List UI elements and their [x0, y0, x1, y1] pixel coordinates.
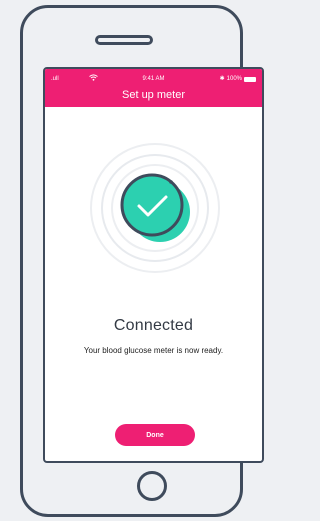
- phone-speaker: [95, 35, 153, 45]
- battery-icon: [244, 76, 256, 82]
- status-bar: .ull 9:41 AM ✱ 100%: [45, 74, 262, 84]
- connected-check-icon: [90, 143, 220, 273]
- bluetooth-icon: ✱: [219, 76, 225, 82]
- connection-status-title: Connected: [113, 317, 194, 334]
- home-button[interactable]: [137, 471, 167, 501]
- connection-status-message: Your blood glucose meter is now ready.: [83, 346, 224, 355]
- status-right: ✱ 100%: [220, 74, 256, 84]
- done-button[interactable]: Done: [115, 424, 195, 446]
- battery-percent: 100%: [226, 76, 242, 82]
- page-title: Set up meter: [122, 89, 185, 101]
- phone-screen: .ull 9:41 AM ✱ 100% Set up meter Connect…: [43, 67, 264, 463]
- app-header: .ull 9:41 AM ✱ 100% Set up meter: [45, 69, 262, 107]
